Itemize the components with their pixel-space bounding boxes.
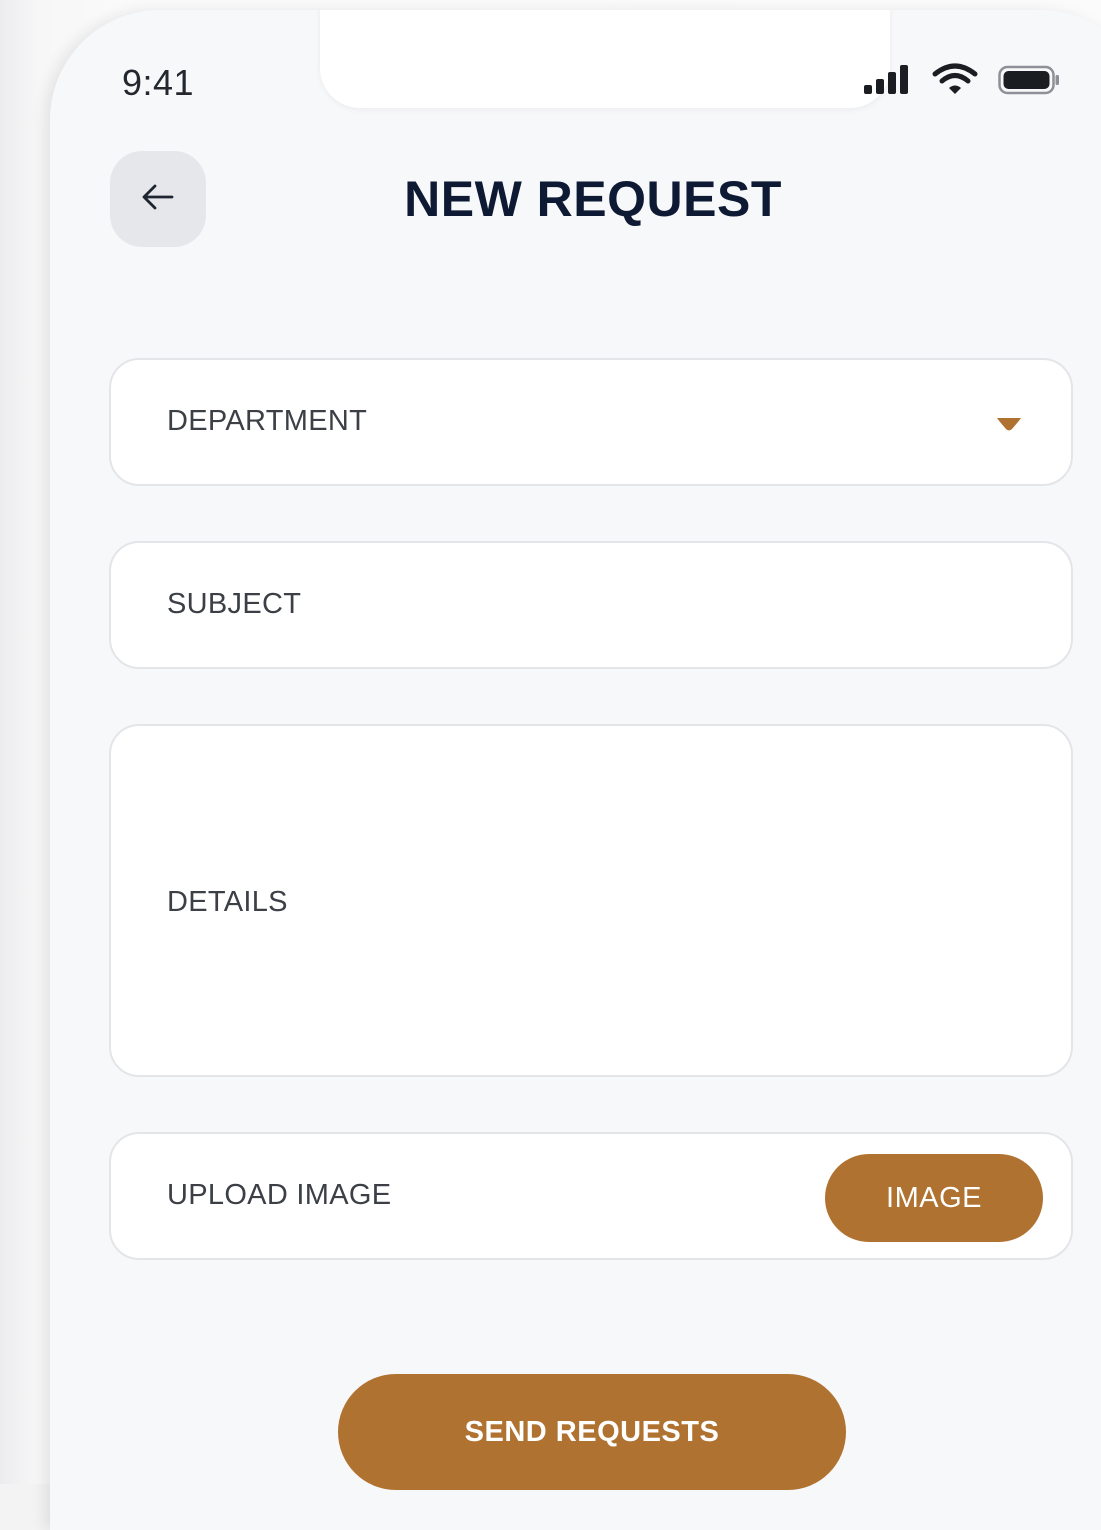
device-notch — [320, 10, 890, 108]
caret-down-icon — [995, 416, 1023, 439]
status-icons — [862, 62, 1060, 102]
wifi-icon — [932, 63, 978, 102]
image-upload-button[interactable]: IMAGE — [825, 1154, 1043, 1242]
subject-placeholder: SUBJECT — [167, 588, 302, 620]
department-placeholder: DEPARTMENT — [167, 405, 368, 437]
subject-input[interactable]: SUBJECT — [109, 541, 1073, 669]
details-textarea[interactable]: DETAILS — [109, 724, 1073, 1077]
phone-screen: 9:41 NEW REQUEST DEPARTMENT SUBJECT DETA… — [50, 10, 1101, 1530]
page-title: NEW REQUEST — [404, 171, 782, 227]
upload-image-field: UPLOAD IMAGE IMAGE — [109, 1132, 1073, 1260]
cellular-signal-icon — [862, 64, 912, 101]
send-requests-button[interactable]: SEND REQUESTS — [338, 1374, 846, 1490]
battery-icon — [998, 65, 1060, 100]
details-placeholder: DETAILS — [167, 886, 288, 918]
upload-image-label: UPLOAD IMAGE — [167, 1179, 392, 1211]
status-time: 9:41 — [122, 62, 195, 103]
department-dropdown[interactable]: DEPARTMENT — [109, 358, 1073, 486]
